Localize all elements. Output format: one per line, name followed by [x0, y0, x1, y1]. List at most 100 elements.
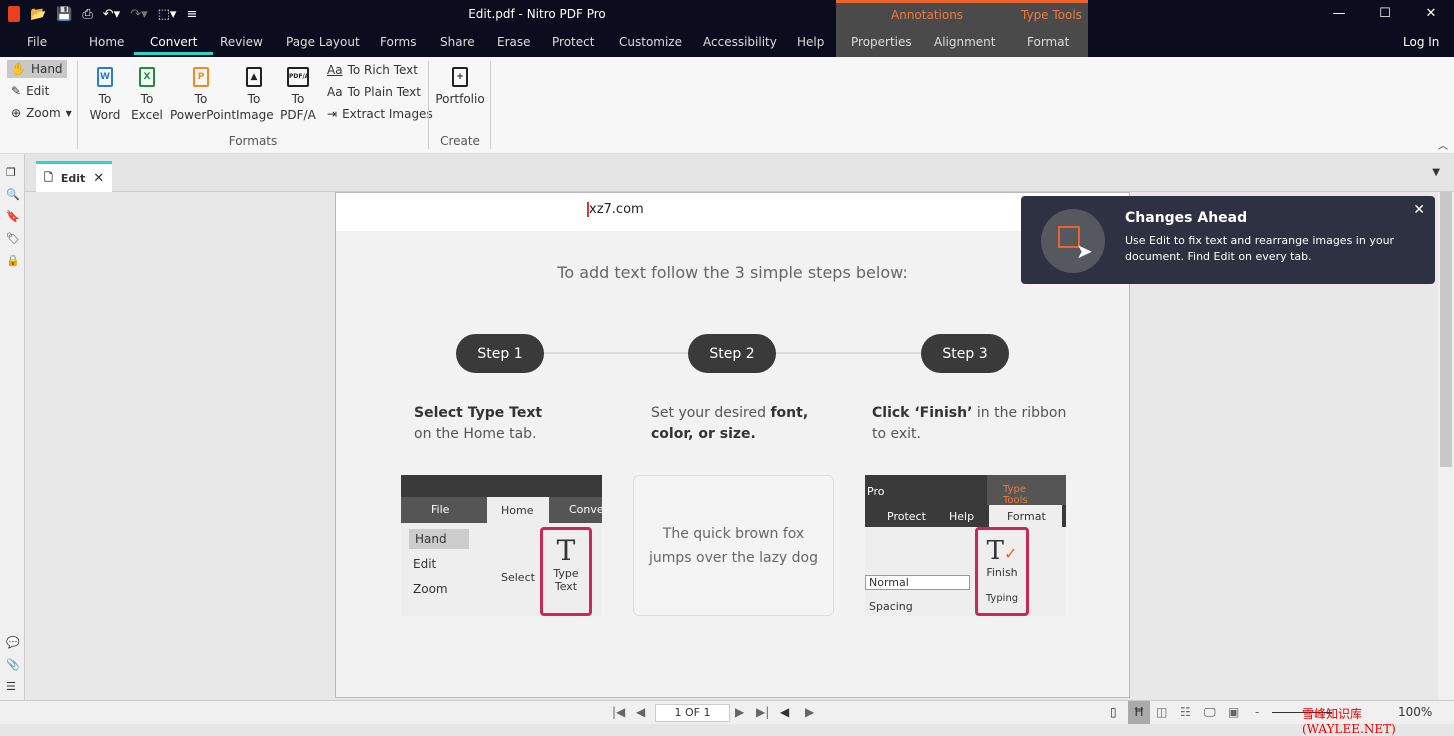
- zoom-button[interactable]: ⊕ Zoom ▼: [11, 106, 72, 120]
- close-icon[interactable]: ✕: [1408, 6, 1454, 21]
- minimize-icon[interactable]: —: [1316, 6, 1362, 21]
- title-bar: 📂 💾 ⎙ ↶▾ ↷▾ ⬚▾ ≡ Edit.pdf - Nitro PDF Pr…: [0, 0, 1454, 57]
- scrollbar-thumb[interactable]: [1440, 192, 1452, 467]
- forward-view-icon[interactable]: ▶: [805, 705, 814, 719]
- to-image-button[interactable]: ▲ To Image: [236, 67, 274, 123]
- tab-protect[interactable]: Protect: [552, 35, 594, 49]
- create-group-label: Create: [440, 134, 480, 148]
- step-2-badge: Step 2: [688, 334, 776, 373]
- step-connector: [544, 352, 689, 354]
- login-link[interactable]: Log In: [1403, 35, 1439, 49]
- image-icon: ▲: [246, 67, 262, 87]
- page-number-input[interactable]: 1 OF 1: [655, 704, 730, 722]
- to-rich-text-button[interactable]: Aa To Rich Text: [327, 63, 418, 77]
- annotations-context-label: Annotations: [891, 8, 964, 22]
- header-text[interactable]: xz7.com: [587, 202, 644, 217]
- bookmark-icon[interactable]: 🔖: [6, 210, 20, 223]
- changes-ahead-toast: ➤ Changes Ahead Use Edit to fix text and…: [1021, 196, 1435, 284]
- zoom-label: Zoom: [26, 106, 61, 120]
- to-word-button[interactable]: W To Word: [88, 67, 122, 123]
- toast-title: Changes Ahead: [1125, 210, 1248, 226]
- extract-images-icon: ⇥: [327, 107, 338, 121]
- to-rich-text-label: To Rich Text: [347, 63, 418, 77]
- tab-properties[interactable]: Properties: [851, 35, 912, 49]
- tab-share[interactable]: Share: [440, 35, 475, 49]
- to-powerpoint-button[interactable]: P To PowerPoint: [170, 67, 236, 123]
- tab-erase[interactable]: Erase: [497, 35, 531, 49]
- step-1-description: Select Type Text on the Home tab.: [414, 405, 543, 442]
- page-header: xz7.com: [336, 193, 1129, 231]
- extract-images-button[interactable]: ⇥ Extract Images: [327, 107, 433, 121]
- hand-icon: ✋: [11, 62, 26, 76]
- plain-text-icon: Aa: [327, 85, 343, 99]
- step-3-screenshot: Pro Type Tools Protect Help Format Norma…: [865, 475, 1066, 616]
- document-icon: 🗋: [44, 170, 53, 184]
- edit-icon: ✎: [11, 84, 22, 98]
- pdfa-icon: PDF/A: [287, 67, 309, 87]
- tab-list-chevron-icon[interactable]: ▼: [1432, 167, 1440, 178]
- close-tab-icon[interactable]: ✕: [93, 171, 104, 186]
- first-page-icon[interactable]: |◀: [612, 705, 625, 719]
- left-panel-bar: ❐ 🔍 🔖 🏷 🔒 💬 📎 ☰: [0, 154, 25, 724]
- to-excel-button[interactable]: X To Excel: [130, 67, 164, 123]
- next-page-icon[interactable]: ▶: [735, 705, 744, 719]
- hand-label: Hand: [30, 62, 63, 76]
- portfolio-button[interactable]: + Portfolio: [435, 67, 485, 107]
- attachment-icon[interactable]: 📎: [6, 658, 20, 671]
- back-view-icon[interactable]: ◀: [780, 705, 789, 719]
- ribbon: ✋ Hand ✎ Edit ⊕ Zoom ▼ W To Word X To Excel PT…: [0, 57, 1454, 154]
- portfolio-icon: +: [452, 67, 468, 87]
- comments-icon[interactable]: 💬: [6, 636, 20, 649]
- zoom-out-icon[interactable]: -: [1255, 705, 1259, 719]
- to-image-label: To Image: [236, 92, 274, 122]
- tab-convert[interactable]: Convert: [133, 35, 215, 55]
- to-word-label: To Word: [89, 92, 121, 122]
- to-plain-text-button[interactable]: Aa To Plain Text: [327, 85, 421, 99]
- continuous-icon[interactable]: Ħ: [1128, 701, 1150, 724]
- fields-icon[interactable]: ☰: [6, 680, 16, 693]
- pages-icon[interactable]: ❐: [6, 166, 16, 179]
- type-tools-context-label: Type Tools: [1021, 8, 1082, 22]
- formats-group-label: Formats: [228, 134, 278, 148]
- toast-body: Use Edit to fix text and rearrange image…: [1125, 234, 1395, 263]
- instruction-heading: To add text follow the 3 simple steps be…: [557, 263, 908, 282]
- to-powerpoint-label: To PowerPoint: [170, 92, 237, 122]
- tab-home[interactable]: Home: [89, 35, 124, 49]
- divider: [77, 61, 78, 149]
- search-icon[interactable]: 🔍: [6, 188, 20, 201]
- to-pdfa-button[interactable]: PDF/A To PDF/A: [276, 67, 320, 123]
- maximize-icon[interactable]: ☐: [1362, 6, 1408, 21]
- step-1-screenshot: File Home Conve Hand Edit Zoom Select TT…: [401, 475, 604, 616]
- vertical-scrollbar[interactable]: [1438, 192, 1454, 700]
- fullscreen-icon[interactable]: 🖵: [1204, 705, 1216, 720]
- tab-customize[interactable]: Customize: [619, 35, 682, 49]
- facing-icon[interactable]: ◫: [1156, 705, 1167, 719]
- presentation-icon[interactable]: ▣: [1228, 705, 1239, 719]
- hand-button[interactable]: ✋ Hand: [7, 60, 67, 78]
- step-3-description: Click ‘Finish’ in the ribbon to exit.: [872, 405, 1067, 442]
- tab-help[interactable]: Help: [797, 35, 824, 49]
- document-tabs: 🗋 Edit ✕ ▼: [25, 154, 1454, 192]
- tab-file[interactable]: File: [27, 35, 47, 49]
- tab-page-layout[interactable]: Page Layout: [286, 35, 360, 49]
- edit-button[interactable]: ✎ Edit: [11, 84, 49, 98]
- tab-forms[interactable]: Forms: [380, 35, 416, 49]
- tab-accessibility[interactable]: Accessibility: [703, 35, 777, 49]
- step-connector: [776, 352, 921, 354]
- collapse-ribbon-icon[interactable]: ︿: [1438, 137, 1448, 152]
- tab-format[interactable]: Format: [1027, 35, 1069, 49]
- prev-page-icon[interactable]: ◀: [636, 705, 645, 719]
- tab-alignment[interactable]: Alignment: [934, 35, 995, 49]
- tag-icon[interactable]: 🏷: [6, 232, 20, 245]
- tab-review[interactable]: Review: [220, 35, 263, 49]
- lock-icon[interactable]: 🔒: [6, 254, 20, 267]
- doc-tab-edit[interactable]: 🗋 Edit ✕: [36, 161, 112, 192]
- sample-text-box: The quick brown fox jumps over the lazy d…: [633, 475, 834, 616]
- single-page-icon[interactable]: ▯: [1110, 705, 1117, 719]
- facing-continuous-icon[interactable]: ☷: [1180, 705, 1191, 719]
- zoom-icon: ⊕: [11, 106, 22, 120]
- last-page-icon[interactable]: ▶|: [756, 705, 769, 719]
- toast-close-icon[interactable]: ✕: [1413, 202, 1425, 218]
- window-controls: — ☐ ✕: [1316, 6, 1454, 21]
- word-icon: W: [97, 67, 113, 87]
